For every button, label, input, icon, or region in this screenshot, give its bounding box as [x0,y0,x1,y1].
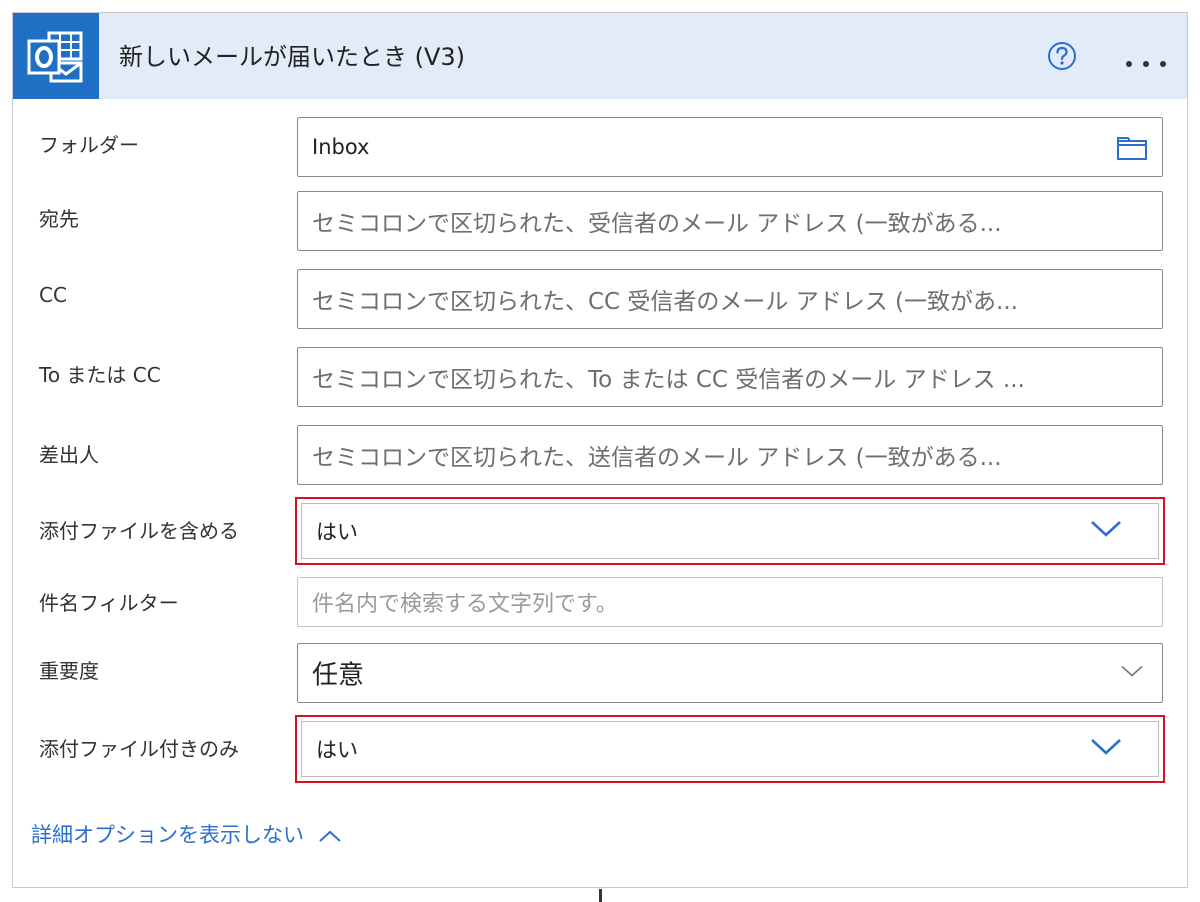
include-attachments-value: はい [316,520,358,544]
hide-advanced-options-link[interactable]: 詳細オプションを表示しない [31,819,342,849]
importance-label: 重要度 [39,659,99,683]
to-or-cc-label: To または CC [39,363,161,387]
ellipsis-icon[interactable] [1125,53,1169,67]
to-placeholder: セミコロンで区切られた、受信者のメール アドレス (一致がある... [312,211,1002,237]
only-with-attachments-value: はい [316,738,358,762]
only-with-attachments-select[interactable]: はい [301,721,1159,777]
importance-select[interactable]: 任意 [297,643,1163,703]
outlook-icon [13,13,99,99]
from-label: 差出人 [39,443,99,467]
to-field[interactable]: セミコロンで区切られた、受信者のメール アドレス (一致がある... [297,191,1163,251]
cc-field[interactable]: セミコロンで区切られた、CC 受信者のメール アドレス (一致があ... [297,269,1163,329]
subject-filter-placeholder: 件名内で検索する文字列です。 [312,592,618,617]
cc-label: CC [39,283,67,307]
importance-value: 任意 [312,660,365,691]
from-field[interactable]: セミコロンで区切られた、送信者のメール アドレス (一致がある... [297,425,1163,485]
chevron-down-icon[interactable] [1090,738,1122,760]
chevron-down-icon[interactable] [1120,664,1144,683]
include-attachments-label: 添付ファイルを含める [39,519,239,543]
subject-filter-label: 件名フィルター [39,591,179,615]
only-with-attachments-label: 添付ファイル付きのみ [39,737,239,761]
question-circle-icon[interactable] [1047,41,1077,71]
to-or-cc-placeholder: セミコロンで区切られた、To または CC 受信者のメール アドレス ... [312,367,1025,393]
folder-field[interactable]: Inbox [297,117,1163,177]
chevron-down-icon[interactable] [1090,520,1122,542]
from-placeholder: セミコロンで区切られた、送信者のメール アドレス (一致がある... [312,445,1002,471]
folder-label: フォルダー [39,133,139,157]
only-with-attachments-highlight: はい [295,715,1165,783]
include-attachments-highlight: はい [295,497,1165,565]
cc-placeholder: セミコロンで区切られた、CC 受信者のメール アドレス (一致があ... [312,289,1018,315]
hide-advanced-options-label: 詳細オプションを表示しない [31,823,304,847]
to-or-cc-field[interactable]: セミコロンで区切られた、To または CC 受信者のメール アドレス ... [297,347,1163,407]
folder-value: Inbox [312,135,370,159]
include-attachments-select[interactable]: はい [301,503,1159,559]
chevron-up-icon [319,830,341,842]
folder-icon[interactable] [1116,135,1148,161]
to-label: 宛先 [39,207,79,231]
card-title: 新しいメールが届いたとき (V3) [119,43,466,71]
card-header[interactable]: 新しいメールが届いたとき (V3) [13,13,1187,99]
subject-filter-field[interactable]: 件名内で検索する文字列です。 [297,577,1163,627]
flow-connector [599,889,602,902]
trigger-card: 新しいメールが届いたとき (V3) フォルダー Inbox 宛先 セミコロンで区… [12,12,1188,902]
